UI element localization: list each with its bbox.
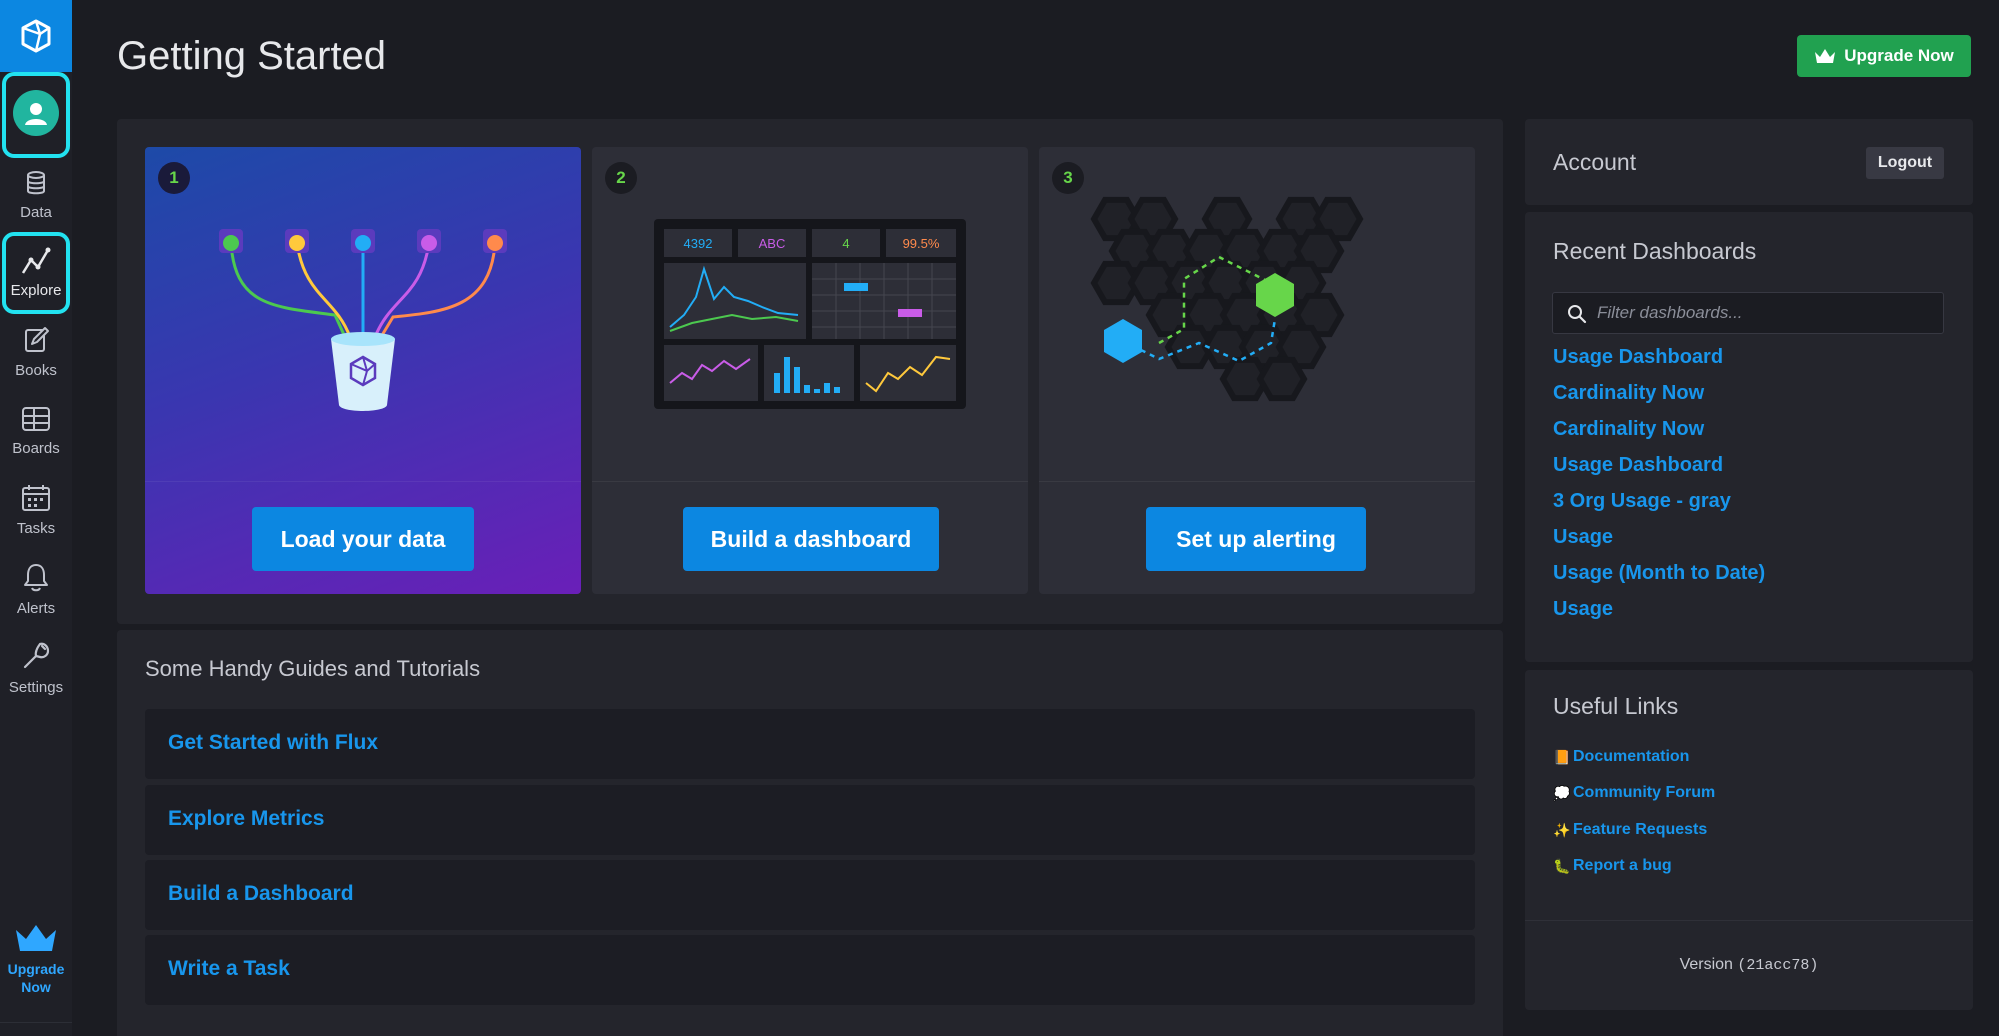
database-icon <box>27 171 45 195</box>
recent-dashboard-link[interactable]: Cardinality Now <box>1553 418 1704 441</box>
sparkles-icon: ✨ <box>1553 821 1571 838</box>
guides-title: Some Handy Guides and Tutorials <box>145 656 481 681</box>
guide-label: Build a Dashboard <box>168 882 354 905</box>
guide-link-build-dashboard[interactable]: Build a Dashboard <box>145 860 1475 930</box>
sidebar-item-label: Settings <box>8 679 64 696</box>
guide-link-write-task[interactable]: Write a Task <box>145 935 1475 1005</box>
card-divider <box>592 481 1028 482</box>
data-sources-illustration <box>219 229 507 411</box>
recent-dashboards-title: Recent Dashboards <box>1553 238 1757 264</box>
sidebar-item-label: Tasks <box>16 520 56 537</box>
sidebar-upgrade-now[interactable]: Upgrade Now <box>0 922 72 996</box>
stat-cell-2: ABC <box>759 236 786 251</box>
notebook-icon <box>25 327 49 352</box>
recent-dashboard-link[interactable]: Usage (Month to Date) <box>1553 562 1765 585</box>
set-up-alerting-button[interactable]: Set up alerting <box>1146 507 1366 571</box>
stat-cell-4: 99.5% <box>903 236 940 251</box>
honeycomb-cell <box>1256 356 1308 402</box>
page-title: Getting Started <box>117 34 387 78</box>
sidebar-item-alerts[interactable]: Alerts <box>0 562 72 617</box>
sidebar-item-label: Boards <box>12 440 60 457</box>
build-a-dashboard-button[interactable]: Build a dashboard <box>683 507 939 571</box>
sidebar-item-label: Explore <box>10 282 62 299</box>
useful-links-title: Useful Links <box>1553 693 1679 719</box>
bug-icon: 🐛 <box>1553 857 1571 874</box>
sidebar-item-boards[interactable]: Boards <box>0 406 72 457</box>
useful-links-divider <box>1525 920 1973 921</box>
stat-cell-1: 4392 <box>684 236 713 251</box>
documentation-link[interactable]: 📙 Documentation <box>1553 748 1689 766</box>
filter-dashboards-input[interactable] <box>1597 293 1937 333</box>
crown-icon <box>16 925 56 951</box>
filter-dashboards-field[interactable] <box>1552 292 1944 334</box>
upgrade-now-label: Upgrade Now <box>1844 46 1954 65</box>
graph-icon <box>21 247 51 274</box>
sidebar-item-tasks[interactable]: Tasks <box>0 484 72 537</box>
crown-icon <box>1815 49 1836 63</box>
stat-cell-3: 4 <box>842 236 849 251</box>
recent-dashboard-link[interactable]: Usage Dashboard <box>1553 454 1723 477</box>
sidebar-divider <box>0 1022 72 1023</box>
search-icon <box>1568 305 1587 324</box>
version-label: Version <box>1679 956 1733 973</box>
recent-dashboard-link[interactable]: Usage <box>1553 598 1613 621</box>
guide-label: Write a Task <box>168 957 290 980</box>
card-divider <box>1039 481 1475 482</box>
recent-dashboard-link[interactable]: Usage <box>1553 526 1613 549</box>
user-avatar-button[interactable] <box>0 90 72 136</box>
sidebar-item-label: Books <box>15 362 57 379</box>
guide-link-get-started-flux[interactable]: Get Started with Flux <box>145 709 1475 779</box>
recent-dashboard-link[interactable]: Usage Dashboard <box>1553 346 1723 369</box>
sidebar-item-label: Data <box>20 204 52 221</box>
step-card-build-dashboard: 4392 ABC 4 99.5% 2 Build a dashboard <box>592 147 1028 594</box>
sidebar-item-explore[interactable]: Explore <box>0 246 72 299</box>
sidebar-item-label: Alerts <box>16 600 56 617</box>
upgrade-now-label: Upgrade Now <box>7 961 65 995</box>
step-card-load-data: 1 Load your data <box>145 147 581 594</box>
step-number: 1 <box>158 162 190 194</box>
user-icon <box>25 103 47 125</box>
recent-dashboard-link[interactable]: Cardinality Now <box>1553 382 1704 405</box>
avatar <box>13 90 59 136</box>
cube-logo-icon <box>21 19 51 53</box>
guide-link-explore-metrics[interactable]: Explore Metrics <box>145 785 1475 855</box>
influx-logo[interactable] <box>0 0 72 72</box>
sidebar-item-settings[interactable]: Settings <box>0 641 72 696</box>
dashboard-preview-illustration: 4392 ABC 4 99.5% <box>654 219 966 409</box>
guide-label: Get Started with Flux <box>168 731 379 754</box>
dashboard-icon <box>22 407 50 431</box>
book-icon: 📙 <box>1553 748 1571 765</box>
step-card-set-up-alerting: 3 Set up alerting <box>1039 147 1475 594</box>
sidebar: Data Explore Books Boards Tasks Alerts S… <box>0 0 72 1036</box>
sidebar-item-books[interactable]: Books <box>0 326 72 379</box>
sidebar-item-data[interactable]: Data <box>0 170 72 221</box>
feature-requests-link[interactable]: ✨ Feature Requests <box>1553 821 1707 839</box>
recent-dashboard-link[interactable]: 3 Org Usage - gray <box>1553 490 1731 513</box>
upgrade-now-button[interactable]: Upgrade Now <box>1797 35 1971 77</box>
account-title: Account <box>1553 149 1637 175</box>
version-code: (21acc78) <box>1737 957 1819 974</box>
community-forum-link[interactable]: 💭 Community Forum <box>1553 784 1715 802</box>
logout-button[interactable]: Logout <box>1866 147 1944 179</box>
bell-icon <box>24 564 48 592</box>
step-number: 3 <box>1052 162 1084 194</box>
load-your-data-button[interactable]: Load your data <box>252 507 474 571</box>
guide-label: Explore Metrics <box>168 807 325 830</box>
version-info: Version (21acc78) <box>1524 956 1974 974</box>
speech-bubble-icon: 💭 <box>1553 784 1571 801</box>
wrench-icon <box>23 642 50 669</box>
step-number: 2 <box>605 162 637 194</box>
card-divider <box>145 481 581 482</box>
report-bug-link[interactable]: 🐛 Report a bug <box>1553 857 1672 875</box>
alerting-hexagon-illustration <box>1090 196 1364 402</box>
calendar-icon <box>22 485 50 511</box>
